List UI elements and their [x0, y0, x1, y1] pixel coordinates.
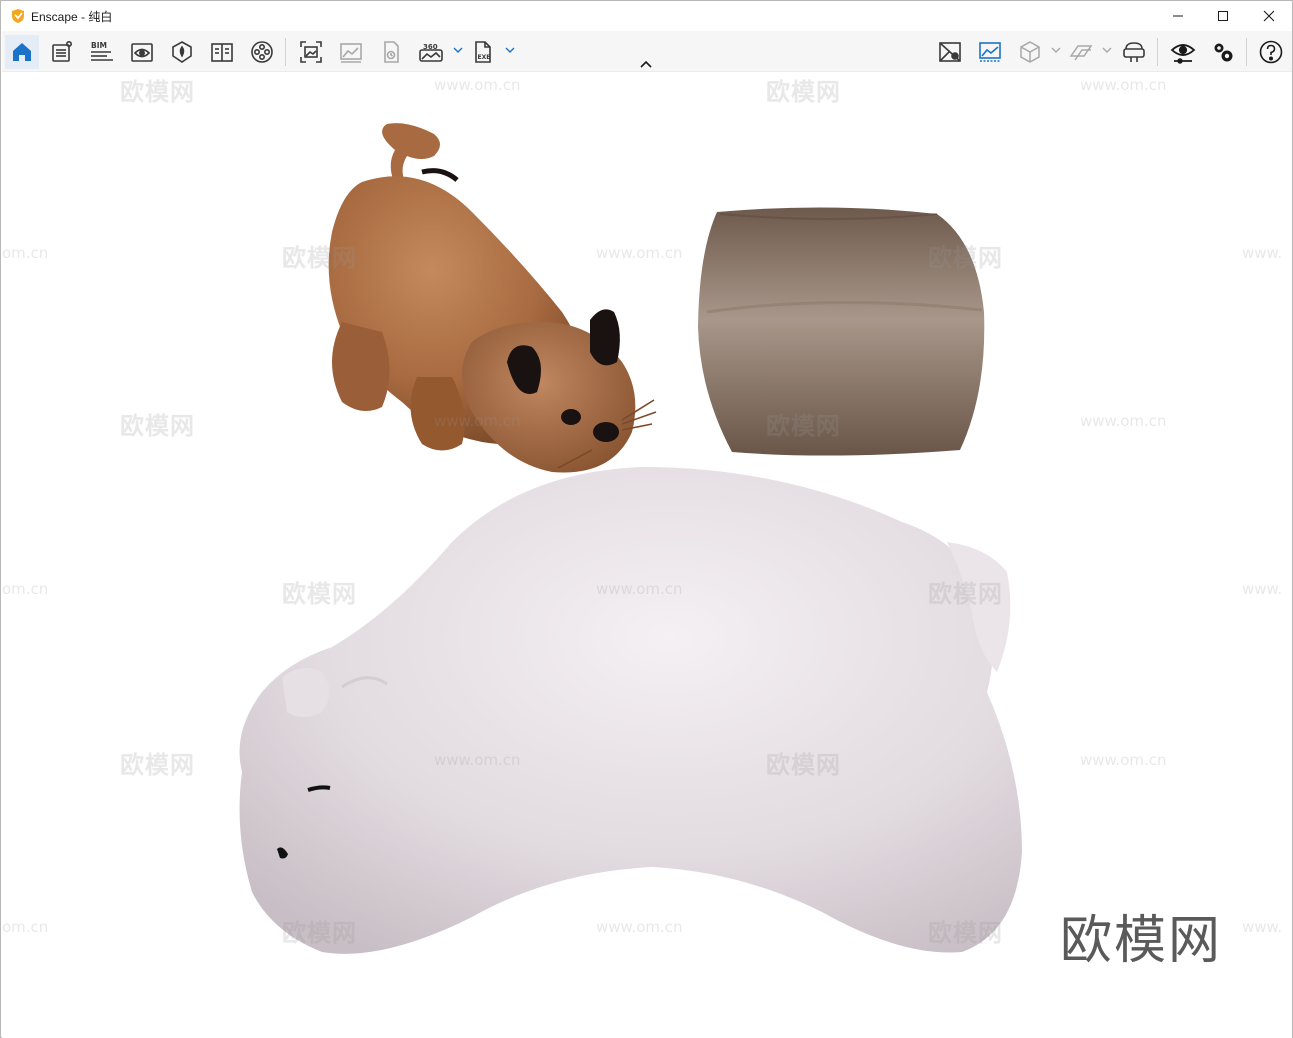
panorama-button[interactable]: 360 [414, 35, 448, 69]
film-reel-icon [251, 41, 273, 63]
watermark-url: om.cn [2, 244, 49, 262]
watermark-url: om.cn [2, 580, 49, 598]
watermark: 欧模网 [282, 919, 357, 947]
material-editor-icon [172, 41, 192, 63]
watermark-url: www. [1242, 244, 1283, 262]
export-exe-icon: EXE [475, 41, 491, 63]
material-editor-button[interactable] [165, 35, 199, 69]
help-button[interactable] [1254, 35, 1288, 69]
orthographic-button[interactable] [1013, 35, 1047, 69]
toolbar-separator [1246, 38, 1247, 66]
help-icon [1259, 40, 1283, 64]
maximize-button[interactable] [1200, 1, 1246, 31]
render-queue-button[interactable] [374, 35, 408, 69]
batch-image-icon [340, 43, 362, 63]
section-chevron-down-icon[interactable] [1102, 44, 1112, 56]
watermark-url: www.om.cn [1080, 76, 1167, 94]
scene-render [239, 123, 1022, 954]
watermark-url: www. [1242, 918, 1283, 936]
watermark: 欧模网 [120, 78, 195, 106]
object-info-button[interactable] [205, 35, 239, 69]
watermark-url: www.om.cn [434, 751, 521, 769]
bim-button[interactable]: BIM [85, 35, 119, 69]
gears-icon [1214, 43, 1233, 62]
watermark: 欧模网 [766, 78, 841, 106]
export-exe-label: EXE [478, 54, 491, 61]
cube-icon [1020, 41, 1040, 63]
watermark-url: www.om.cn [1080, 751, 1167, 769]
enscape-logo-icon [12, 9, 24, 23]
watermark-url: www. [1242, 580, 1283, 598]
close-icon [1263, 10, 1275, 22]
screenshot-button[interactable] [294, 35, 328, 69]
watermark: 欧模网 [928, 919, 1003, 947]
asset-library-button[interactable] [45, 35, 79, 69]
enscape-window: Enscape - 纯白 BIM 360 EXE 欧模网 www.om.cn 欧… [0, 0, 1293, 1038]
minimap-button[interactable] [933, 35, 967, 69]
vr-headset-icon [1123, 42, 1145, 62]
visual-settings-button[interactable] [1166, 35, 1200, 69]
watermark-url: www.om.cn [1080, 412, 1167, 430]
general-settings-button[interactable] [1206, 35, 1240, 69]
views-button[interactable] [125, 35, 159, 69]
minimap-icon [939, 42, 961, 62]
orthographic-chevron-down-icon[interactable] [1051, 44, 1061, 56]
panorama-chevron-down-icon[interactable] [453, 44, 463, 56]
watermark: 欧模网 [282, 580, 357, 608]
export-exe-button[interactable]: EXE [466, 35, 500, 69]
watermark-url: www.om.cn [434, 412, 521, 430]
watermark: 欧模网 [928, 244, 1003, 272]
watermark: 欧模网 [928, 580, 1003, 608]
home-button[interactable] [5, 35, 39, 69]
bim-label: BIM [91, 41, 107, 50]
collapse-toolbar-chevron-up-icon[interactable] [638, 59, 654, 69]
section-icon [1069, 45, 1093, 61]
watermark-url: om.cn [2, 918, 49, 936]
atmosphere-button[interactable] [973, 35, 1007, 69]
panorama-360-icon: 360 [419, 43, 443, 62]
watermark-url: www.om.cn [596, 580, 683, 598]
watermark: 欧模网 [120, 412, 195, 440]
watermark: 欧模网 [766, 412, 841, 440]
watermark-url: www.om.cn [596, 918, 683, 936]
watermark-url: www.om.cn [434, 76, 521, 94]
atmosphere-icon [979, 42, 1001, 62]
watermark-url: www.om.cn [596, 244, 683, 262]
window-title: Enscape - 纯白 [31, 10, 113, 24]
book-icon [211, 43, 233, 62]
minimize-button[interactable] [1155, 1, 1201, 31]
watermark: 欧模网 [120, 751, 195, 779]
watermark: 欧模网 [282, 244, 357, 272]
render-queue-icon [384, 41, 399, 63]
asset-library-icon [52, 40, 72, 62]
views-icon [131, 43, 153, 62]
close-button[interactable] [1246, 1, 1292, 31]
toolbar-separator [1157, 38, 1158, 66]
minimize-icon [1173, 15, 1183, 17]
corner-brand-logo: 欧模网 [1060, 911, 1223, 971]
watermark: 欧模网 [766, 751, 841, 779]
title-bar[interactable]: Enscape - 纯白 [1, 1, 1292, 31]
eye-settings-icon [1170, 44, 1196, 64]
export-chevron-down-icon[interactable] [505, 44, 515, 56]
polar-bear-cushion [239, 467, 1022, 954]
batch-render-button[interactable] [334, 35, 368, 69]
home-icon [13, 43, 31, 61]
section-button[interactable] [1064, 35, 1098, 69]
bim-icon: BIM [91, 41, 113, 61]
render-viewport[interactable]: 欧模网 www.om.cn 欧模网 www.om.cn om.cn 欧模网 ww… [2, 72, 1292, 1038]
video-editor-button[interactable] [245, 35, 279, 69]
vr-headset-button[interactable] [1117, 35, 1151, 69]
toolbar-separator [285, 38, 286, 66]
screenshot-icon [300, 41, 322, 63]
maximize-icon [1218, 11, 1228, 21]
